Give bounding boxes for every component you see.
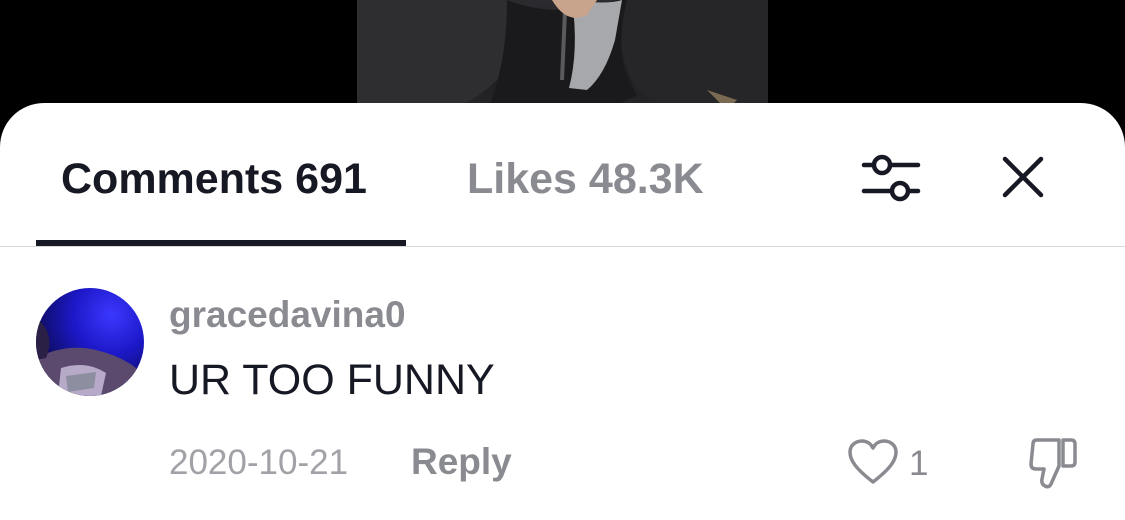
filter-sliders-icon bbox=[861, 154, 921, 202]
tab-comments[interactable]: Comments 691 bbox=[61, 155, 367, 204]
comment-date: 2020-10-21 bbox=[169, 443, 349, 482]
avatar-image bbox=[36, 318, 144, 396]
close-icon bbox=[1002, 156, 1044, 198]
tab-likes[interactable]: Likes 48.3K bbox=[467, 155, 704, 204]
comment-text: UR TOO FUNNY bbox=[169, 356, 495, 404]
comment-username[interactable]: gracedavina0 bbox=[169, 294, 406, 336]
filter-button[interactable] bbox=[858, 148, 924, 208]
like-count: 1 bbox=[909, 444, 929, 483]
dislike-button[interactable] bbox=[1027, 436, 1079, 490]
tab-divider bbox=[0, 246, 1125, 247]
like-button[interactable] bbox=[847, 438, 899, 486]
reply-button[interactable]: Reply bbox=[411, 441, 512, 483]
heart-outline-icon bbox=[848, 439, 898, 484]
comments-sheet: Comments 691 Likes 48.3K gracedavina0 UR… bbox=[0, 103, 1125, 520]
close-button[interactable] bbox=[994, 148, 1052, 206]
thumbs-down-icon bbox=[1029, 438, 1077, 489]
avatar[interactable] bbox=[36, 288, 144, 396]
